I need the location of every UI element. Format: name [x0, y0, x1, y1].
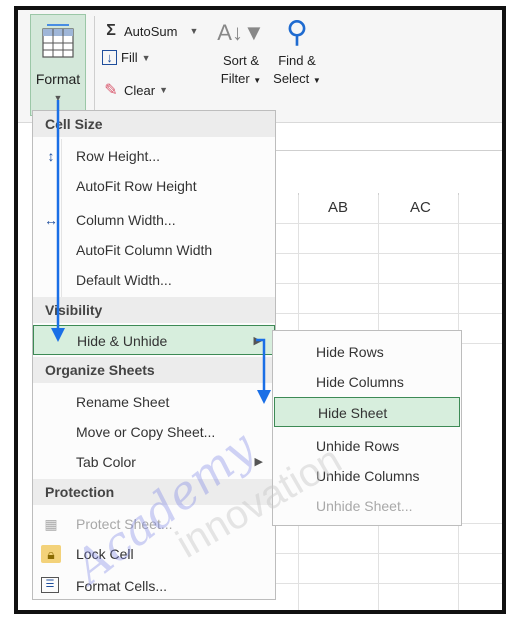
submenu-item-unhide-sheet: Unhide Sheet...	[316, 498, 413, 514]
menu-item-label: Move or Copy Sheet...	[76, 424, 216, 440]
menu-header-cell-size: Cell Size	[33, 111, 275, 137]
format-icon	[42, 24, 74, 58]
grid-line	[248, 223, 502, 224]
menu-item-protect-sheet: ▦ Protect Sheet...	[33, 509, 275, 539]
find-select-label-1: Find &	[278, 53, 316, 68]
chevron-down-icon: ▼	[53, 93, 63, 103]
menu-item-label: Default Width...	[76, 272, 172, 288]
grid-line	[248, 253, 502, 254]
column-header-ac[interactable]: AC	[410, 199, 431, 216]
autosum-label: AutoSum	[124, 23, 178, 39]
grid-line	[248, 283, 502, 284]
submenu-item-hide-rows[interactable]: Hide Rows	[273, 337, 461, 367]
menu-item-label: AutoFit Column Width	[76, 242, 213, 258]
menu-item-label: Row Height...	[76, 148, 161, 164]
formula-bar-edge	[248, 150, 502, 151]
clear-button[interactable]: ✎ Clear ▼	[102, 80, 168, 100]
column-width-icon: ↔	[44, 212, 58, 228]
row-height-icon: ↕	[47, 148, 55, 164]
grid-line	[248, 313, 502, 314]
grid-line	[248, 553, 502, 554]
menu-item-autofit-column-width[interactable]: AutoFit Column Width	[33, 235, 275, 265]
menu-item-label: Lock Cell	[76, 546, 134, 562]
chevron-down-icon: ▼	[312, 76, 321, 85]
menu-item-label: Protect Sheet...	[76, 516, 173, 532]
grid-line	[248, 583, 502, 584]
menu-header-visibility: Visibility	[33, 297, 275, 323]
protect-sheet-icon: ▦	[44, 516, 58, 532]
menu-item-tab-color[interactable]: Tab Color ▶	[33, 447, 275, 477]
sort-filter-label-1: Sort &	[222, 53, 260, 68]
menu-item-label: Hide & Unhide	[77, 333, 168, 349]
menu-item-row-height[interactable]: ↕ Row Height...	[33, 141, 275, 171]
menu-item-move-copy-sheet[interactable]: Move or Copy Sheet...	[33, 417, 275, 447]
sort-filter-label-2: Filter ▼	[220, 71, 262, 86]
format-dropdown-menu: Cell Size ↕ Row Height... AutoFit Row He…	[32, 110, 276, 600]
chevron-right-icon: ▶	[253, 335, 262, 347]
format-button[interactable]: Format ▼	[30, 14, 86, 116]
menu-item-label: AutoFit Row Height	[76, 178, 197, 194]
format-label: Format	[35, 71, 81, 87]
menu-header-protection: Protection	[33, 479, 275, 505]
chevron-right-icon: ▶	[254, 456, 263, 468]
menu-item-hide-unhide[interactable]: Hide & Unhide ▶	[33, 325, 275, 355]
find-select-button[interactable]: ⚲ Find & Select ▼	[270, 14, 324, 90]
autosum-button[interactable]: Σ AutoSum ▼	[102, 22, 198, 40]
find-select-label-2: Select ▼	[273, 71, 321, 86]
fill-button[interactable]: ↓ Fill ▼	[102, 50, 151, 65]
column-header-ab[interactable]: AB	[328, 199, 348, 216]
menu-item-rename-sheet[interactable]: Rename Sheet	[33, 387, 275, 417]
lock-icon: 🔒︎	[41, 545, 61, 563]
ribbon: Format ▼ Σ AutoSum ▼ ↓ Fill ▼ ✎ Clear ▼ …	[18, 10, 502, 123]
chevron-down-icon: ▼	[159, 85, 168, 95]
menu-item-format-cells[interactable]: ☰ Format Cells...	[33, 571, 275, 601]
menu-item-default-width[interactable]: Default Width...	[33, 265, 275, 295]
screenshot-frame: Format ▼ Σ AutoSum ▼ ↓ Fill ▼ ✎ Clear ▼ …	[14, 6, 506, 614]
submenu-item-unhide-rows[interactable]: Unhide Rows	[273, 431, 461, 461]
chevron-down-icon: ▼	[253, 76, 262, 85]
chevron-down-icon: ▼	[189, 26, 199, 36]
fill-label: Fill	[121, 50, 138, 65]
menu-item-autofit-row-height[interactable]: AutoFit Row Height	[33, 171, 275, 201]
clear-label: Clear	[124, 82, 156, 98]
sigma-icon: Σ	[106, 22, 116, 39]
hide-unhide-submenu: Hide Rows Hide Columns Hide Sheet Unhide…	[272, 330, 462, 526]
submenu-item-hide-columns[interactable]: Hide Columns	[273, 367, 461, 397]
submenu-item-unhide-columns[interactable]: Unhide Columns	[273, 461, 461, 491]
menu-item-label: Rename Sheet	[76, 394, 170, 410]
submenu-item-hide-sheet[interactable]: Hide Sheet	[274, 397, 460, 427]
menu-item-label: Column Width...	[76, 212, 176, 228]
chevron-down-icon: ▼	[141, 52, 151, 63]
menu-item-lock-cell[interactable]: 🔒︎ Lock Cell	[33, 539, 275, 569]
menu-item-column-width[interactable]: ↔ Column Width...	[33, 205, 275, 235]
menu-item-label: Tab Color	[76, 454, 136, 470]
sort-filter-button[interactable]: A↓▼ Sort & Filter ▼	[216, 14, 266, 90]
fill-down-icon: ↓	[102, 50, 117, 65]
magnifier-icon: ⚲	[286, 16, 308, 49]
ribbon-separator	[94, 16, 95, 112]
menu-header-organize-sheets: Organize Sheets	[33, 357, 275, 383]
sort-filter-icon: A↓▼	[217, 20, 265, 45]
eraser-icon: ✎	[104, 82, 118, 99]
format-cells-icon: ☰	[41, 577, 59, 593]
menu-item-label: Format Cells...	[76, 578, 168, 594]
